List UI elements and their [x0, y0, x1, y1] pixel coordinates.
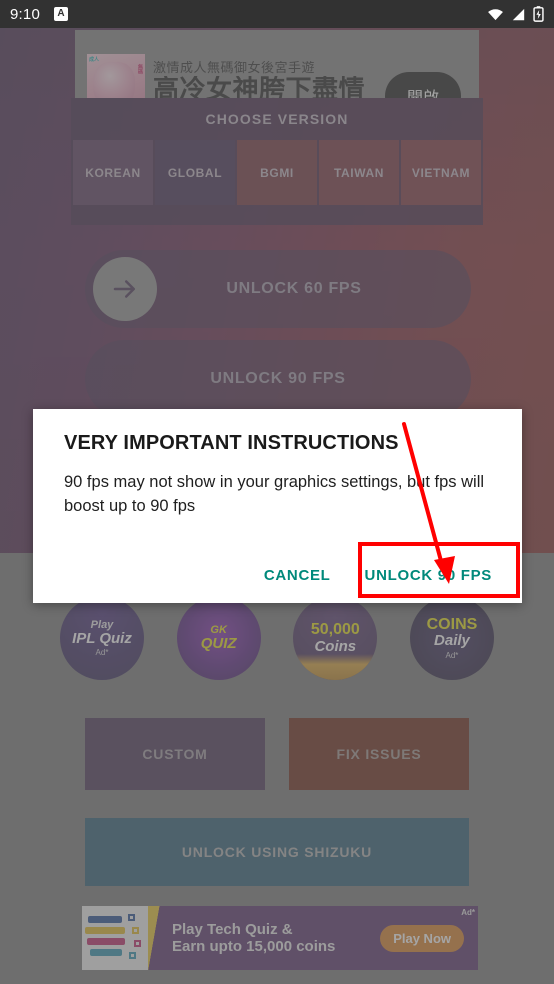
phone-screen: 成人 無碼 激情成人無碼御女後宮手遊 高冷女神胯下盡情 開啟 CHOOSE VE… — [0, 0, 554, 984]
dialog-title: VERY IMPORTANT INSTRUCTIONS — [64, 432, 399, 454]
cancel-button[interactable]: CANCEL — [264, 567, 331, 584]
status-bar-clock: 9:10 — [10, 5, 40, 23]
status-bar: 9:10 A — [0, 0, 554, 28]
dialog-message: 90 fps may not show in your graphics set… — [64, 473, 485, 515]
wifi-icon — [488, 8, 503, 20]
status-bar-icons — [487, 6, 544, 22]
battery-charging-icon — [533, 6, 544, 22]
dialog-actions: CANCEL UNLOCK 90 FPS — [264, 547, 522, 603]
instructions-dialog: VERY IMPORTANT INSTRUCTIONS 90 fps may n… — [33, 409, 522, 603]
cellular-signal-icon — [512, 8, 525, 20]
notification-a-icon: A — [54, 7, 68, 21]
unlock-90-fps-confirm-button[interactable]: UNLOCK 90 FPS — [365, 567, 492, 584]
